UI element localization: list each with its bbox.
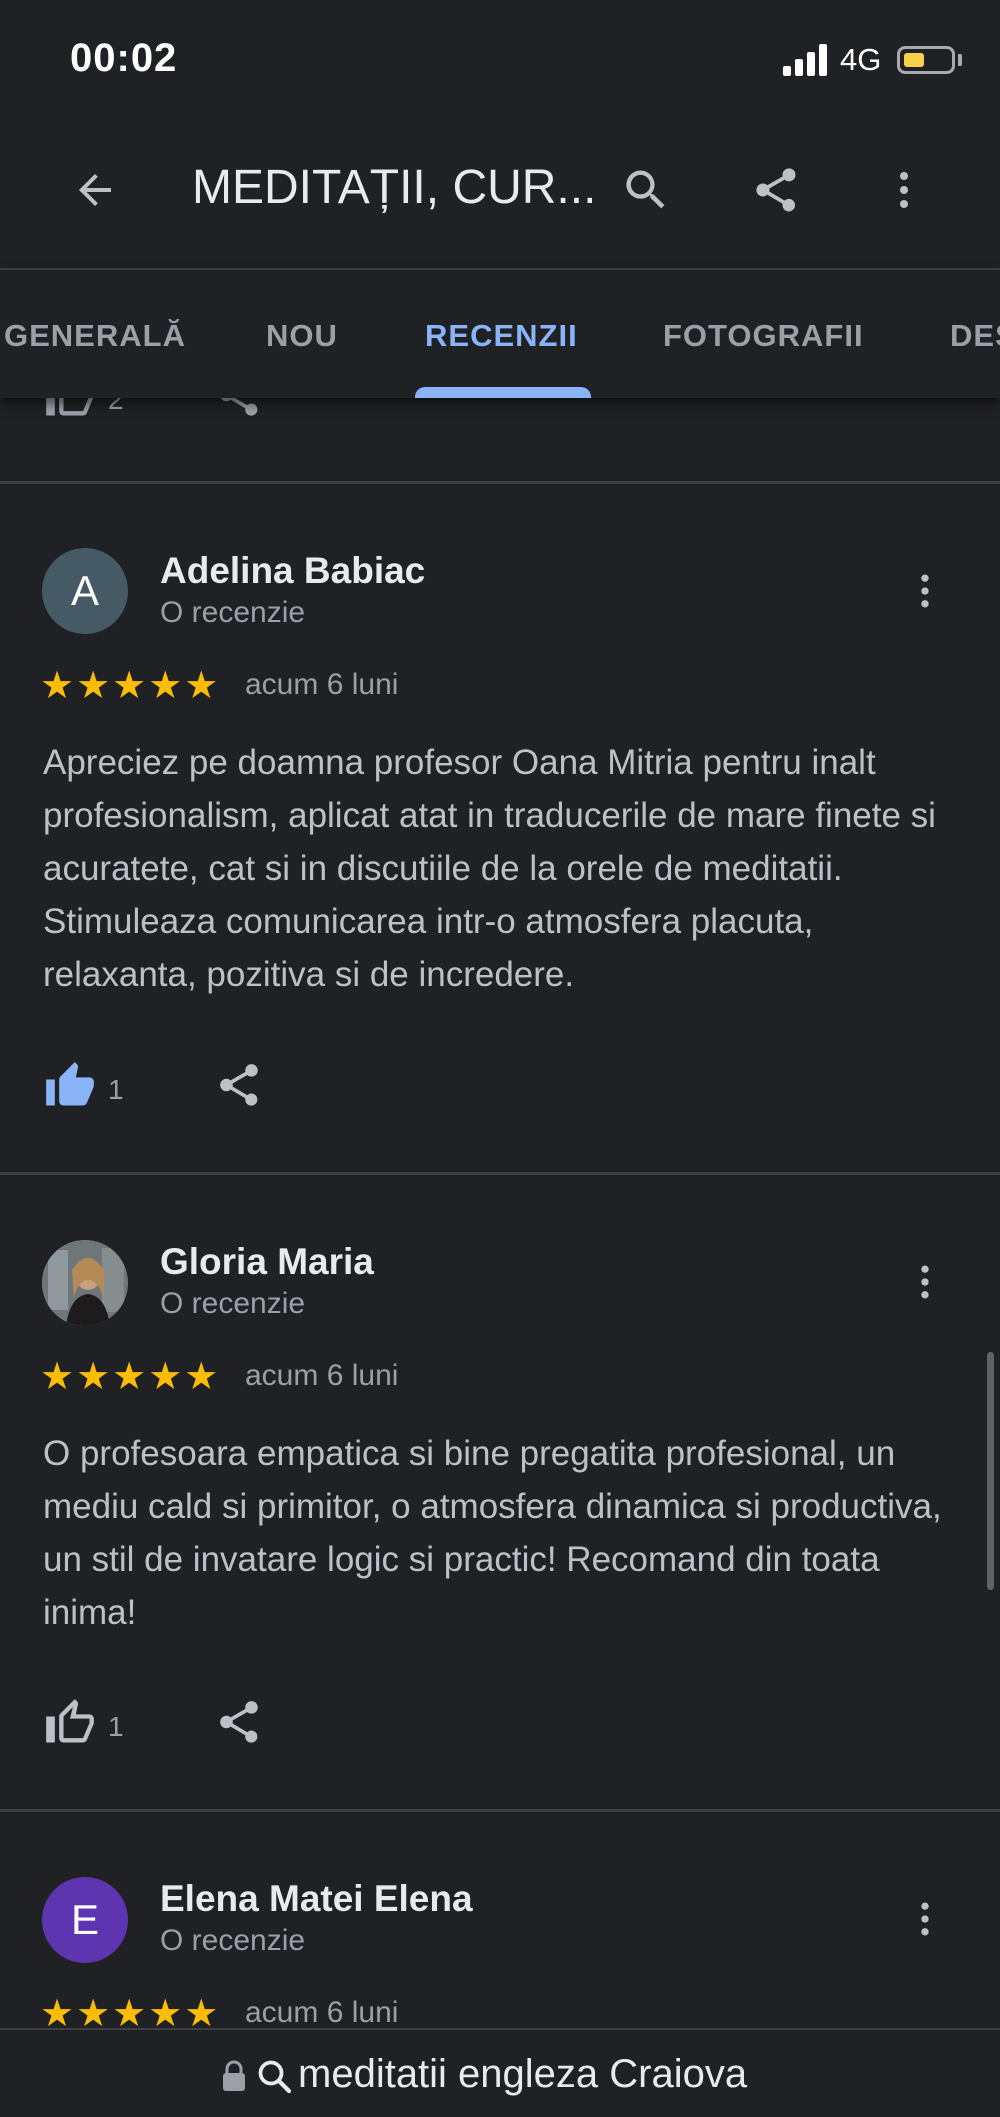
like-count: 1 [108,1711,124,1742]
review-text: O profesoara empatica si bine pregatita … [43,1434,942,1632]
star-rating: ★★★★★ [40,1356,221,1398]
reviewer-subtitle: O recenzie [160,1924,306,1957]
status-time: 00:02 [70,36,178,80]
battery-tip [958,54,962,66]
network-type: 4G [840,42,882,77]
search-icon [626,170,665,209]
tab-active-indicator [415,387,591,398]
review-more-button[interactable] [885,551,965,631]
review-share-button[interactable] [214,1697,270,1749]
search-button[interactable] [606,150,686,230]
battery-icon [897,46,955,74]
tab-overview[interactable]: GENERALĂ [4,318,186,354]
avatar[interactable]: E [42,1877,128,1963]
tab-photos[interactable]: FOTOGRAFII [663,318,864,354]
review-divider [0,1809,1000,1812]
page-title: MEDITAȚII, CUR... [192,161,592,214]
reviewer-name[interactable]: Gloria Maria [160,1241,374,1283]
more-vert-icon [921,1902,929,1936]
share-icon [756,168,796,212]
avatar-photo[interactable] [42,1240,128,1326]
more-vert-icon [900,172,908,208]
thumbs-up-outline-icon [46,1699,94,1743]
arrow-left-icon [79,174,111,206]
like-count: 1 [108,1074,124,1105]
more-vert-icon [921,1265,929,1299]
tab-bar: GENERALĂ NOU RECENZII FOTOGRAFII DES [0,270,1000,398]
more-vert-icon [921,574,929,608]
review-share-button[interactable] [214,1060,270,1112]
more-options-button[interactable] [864,150,944,230]
review-divider [0,481,1000,484]
review-date: acum 6 luni [245,1996,399,2029]
review-text: Apreciez pe doamna profesor Oana Mitria … [43,743,936,994]
review-more-button[interactable] [885,1879,965,1959]
person-photo-icon [42,1240,128,1326]
reviewer-subtitle: O recenzie [160,596,306,629]
reviewer-subtitle: O recenzie [160,1287,306,1320]
share-icon [220,1064,258,1106]
thumbs-up-filled-icon [46,1062,94,1106]
star-rating: ★★★★★ [40,665,221,707]
review-date: acum 6 luni [245,1359,399,1392]
url-text[interactable]: meditatii engleza Craiova [298,2052,747,2097]
reviewer-name[interactable]: Adelina Babiac [160,550,425,592]
review-more-button[interactable] [885,1242,965,1322]
review-date: acum 6 luni [245,668,399,701]
lock-icon [223,2060,245,2091]
like-button[interactable] [44,1060,100,1112]
tab-description[interactable]: DES [950,318,1000,354]
like-button[interactable] [44,1697,100,1749]
back-button[interactable] [55,150,135,230]
share-icon [220,1701,258,1743]
avatar[interactable]: A [42,548,128,634]
tab-new[interactable]: NOU [266,318,338,354]
share-button[interactable] [736,150,816,230]
signal-strength-icon [783,44,827,76]
review-divider [0,1172,1000,1175]
scrollbar-thumb[interactable] [987,1352,994,1590]
tab-reviews[interactable]: RECENZII [425,318,578,354]
search-icon [258,2060,292,2094]
reviewer-name[interactable]: Elena Matei Elena [160,1878,473,1920]
